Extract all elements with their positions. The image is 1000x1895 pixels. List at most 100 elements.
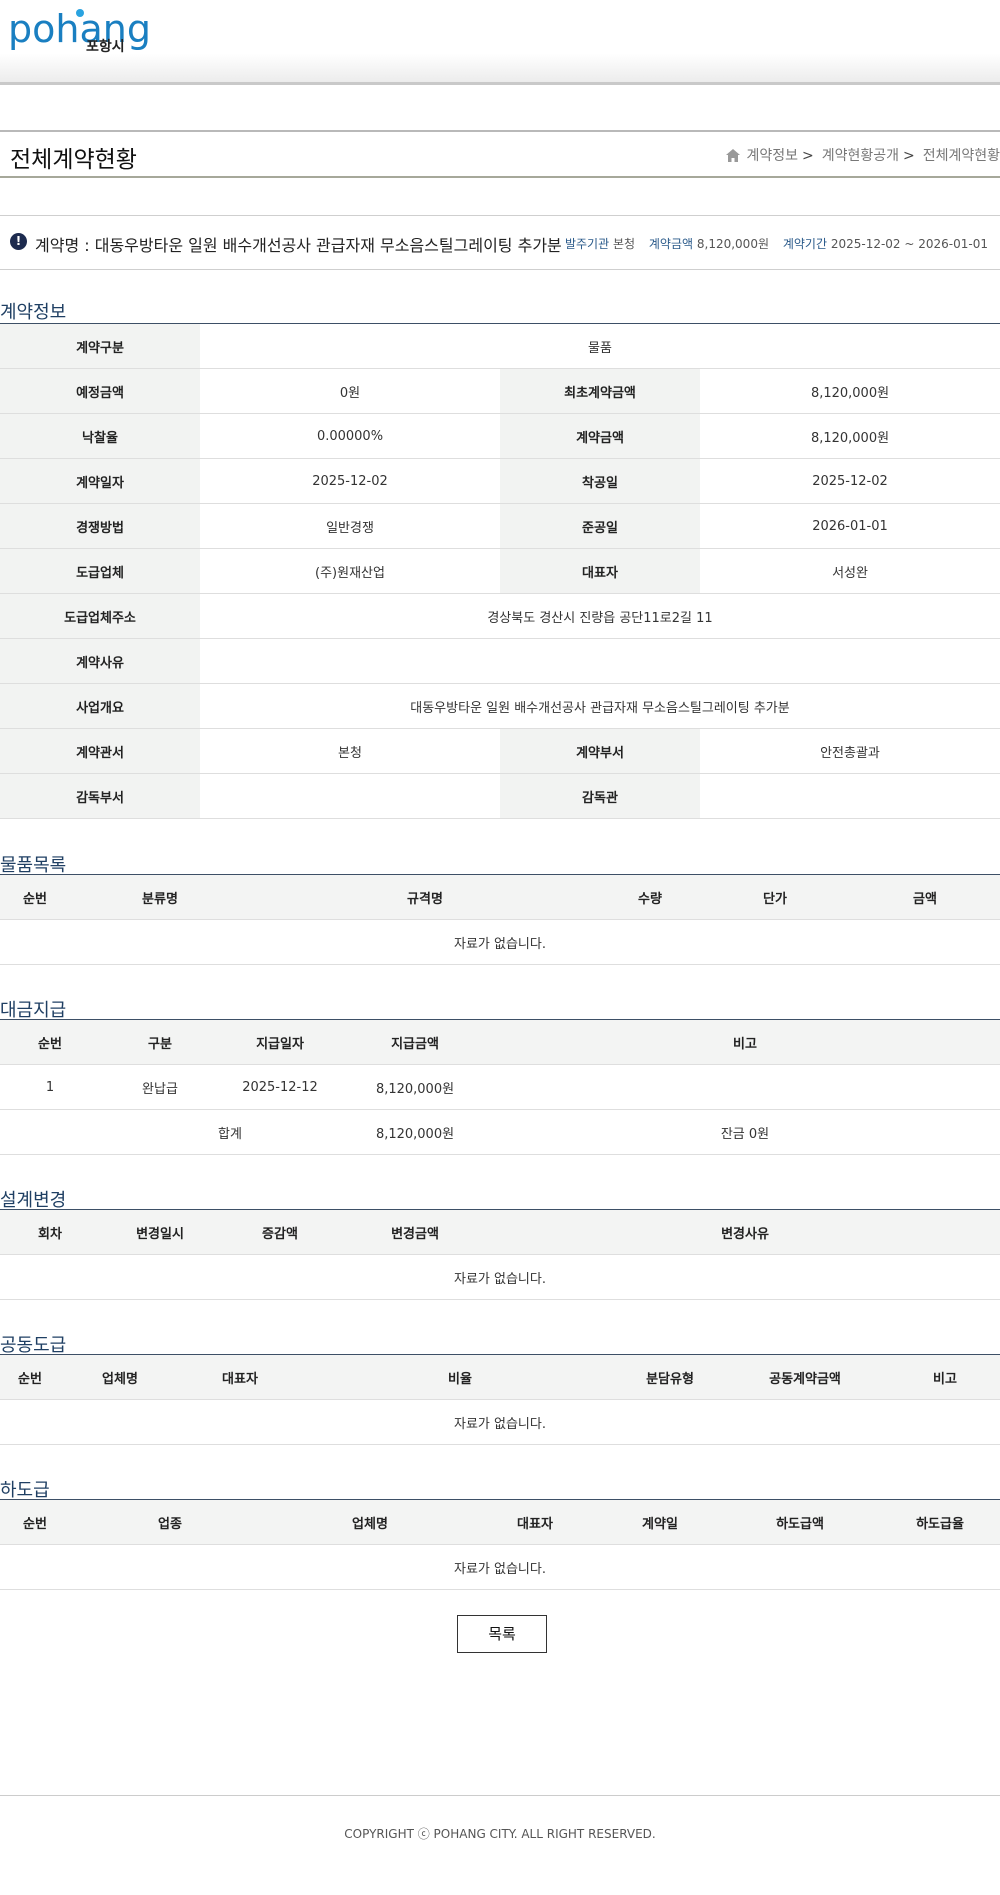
empty-message: 자료가 없습니다. bbox=[0, 1544, 1000, 1590]
start-value: 2025-12-02 bbox=[700, 458, 1000, 504]
column-header: 공동계약금액 bbox=[720, 1355, 890, 1400]
office-label: 계약관서 bbox=[0, 728, 200, 774]
column-header: 하도급율 bbox=[880, 1500, 1000, 1545]
end-value: 2026-01-01 bbox=[700, 503, 1000, 549]
empty-message: 자료가 없습니다. bbox=[0, 919, 1000, 965]
column-header: 단가 bbox=[700, 875, 850, 920]
breadcrumb-item-all-contracts[interactable]: 전체계약현황 bbox=[923, 148, 1000, 164]
payment-date: 2025-12-12 bbox=[220, 1064, 340, 1110]
column-header: 변경금액 bbox=[340, 1210, 490, 1255]
amount-value: 8,120,000원 bbox=[696, 237, 769, 251]
column-header: 계약일 bbox=[600, 1500, 720, 1545]
rate-label: 낙찰율 bbox=[0, 413, 200, 459]
total-amount: 8,120,000원 bbox=[340, 1109, 490, 1155]
column-header: 업체명 bbox=[60, 1355, 180, 1400]
table-row: 도급업체 (주)원재산업 대표자 서성완 bbox=[0, 548, 1000, 594]
copyright: COPYRIGHT ⓒ POHANG CITY. ALL RIGHT RESER… bbox=[344, 1827, 656, 1841]
home-icon[interactable] bbox=[726, 149, 741, 166]
payment-no: 1 bbox=[0, 1064, 100, 1110]
column-header: 대표자 bbox=[470, 1500, 600, 1545]
table-row: 도급업체주소 경상북도 경산시 진량읍 공단11로2길 11 bbox=[0, 593, 1000, 639]
pohang-logo[interactable]: pohang 포항시 bbox=[8, 8, 158, 58]
date-label: 계약일자 bbox=[0, 458, 200, 504]
contract-name: 계약명 : 대동우방타운 일원 배수개선공사 관급자재 무소음스틸그레이팅 추가… bbox=[35, 236, 562, 255]
column-header: 분류명 bbox=[70, 875, 250, 920]
balance: 잔금 0원 bbox=[490, 1109, 1000, 1155]
type-label: 계약구분 bbox=[0, 324, 200, 369]
type-value: 물품 bbox=[200, 324, 1000, 369]
est-label: 예정금액 bbox=[0, 368, 200, 414]
method-value: 일반경쟁 bbox=[200, 503, 500, 549]
table-row: 감독부서 감독관 bbox=[0, 773, 1000, 819]
column-header: 비율 bbox=[300, 1355, 620, 1400]
empty-message: 자료가 없습니다. bbox=[0, 1399, 1000, 1445]
payment-table: 순번 구분 지급일자 지급금액 비고 1 완납급 2025-12-12 8,12… bbox=[0, 1020, 1000, 1155]
logo-graphic: pohang bbox=[8, 8, 151, 51]
vendor-label: 도급업체 bbox=[0, 548, 200, 594]
amount-label: 계약금액 bbox=[648, 237, 694, 251]
init-label: 최초계약금액 bbox=[500, 368, 700, 414]
table-row: 낙찰율 0.00000% 계약금액 8,120,000원 bbox=[0, 413, 1000, 459]
supervisor-value bbox=[700, 773, 1000, 819]
sup-dept-label: 감독부서 bbox=[0, 773, 200, 819]
rep-value: 서성완 bbox=[700, 548, 1000, 594]
breadcrumb-item-contract-info[interactable]: 계약정보 bbox=[746, 148, 798, 164]
column-header: 회차 bbox=[0, 1210, 100, 1255]
sup-dept-value bbox=[200, 773, 500, 819]
table-header-row: 회차 변경일시 증감액 변경금액 변경사유 bbox=[0, 1210, 1000, 1255]
breadcrumb-item-contract-disclosure[interactable]: 계약현황공개 bbox=[822, 148, 899, 164]
goods-table: 순번 분류명 규격명 수량 단가 금액 자료가 없습니다. bbox=[0, 875, 1000, 965]
rate-value: 0.00000% bbox=[200, 413, 500, 459]
supervisor-label: 감독관 bbox=[500, 773, 700, 819]
column-header: 지급일자 bbox=[220, 1020, 340, 1065]
period-value: 2025-12-02 ~ 2026-01-01 bbox=[830, 237, 988, 251]
site-header: pohang 포항시 bbox=[0, 0, 1000, 85]
table-header-row: 순번 구분 지급일자 지급금액 비고 bbox=[0, 1020, 1000, 1065]
payment-type: 완납급 bbox=[100, 1064, 220, 1110]
total-label: 합계 bbox=[100, 1109, 340, 1155]
table-row: 계약구분 물품 bbox=[0, 324, 1000, 369]
agency-label: 발주기관 bbox=[564, 237, 610, 251]
reason-label: 계약사유 bbox=[0, 638, 200, 684]
end-label: 준공일 bbox=[500, 503, 700, 549]
period-label: 계약기간 bbox=[782, 237, 827, 251]
payment-note bbox=[490, 1064, 1000, 1110]
column-header: 금액 bbox=[850, 875, 1000, 920]
date-value: 2025-12-02 bbox=[200, 458, 500, 504]
column-header: 규격명 bbox=[250, 875, 600, 920]
design-change-table: 회차 변경일시 증감액 변경금액 변경사유 자료가 없습니다. bbox=[0, 1210, 1000, 1300]
page-title: 전체계약현황 bbox=[10, 147, 137, 173]
column-header: 분담유형 bbox=[620, 1355, 720, 1400]
office-value: 본청 bbox=[200, 728, 500, 774]
table-row: 계약사유 bbox=[0, 638, 1000, 684]
dept-value: 안전총괄과 bbox=[700, 728, 1000, 774]
table-row: 자료가 없습니다. bbox=[0, 919, 1000, 965]
table-header-row: 순번 업체명 대표자 비율 분담유형 공동계약금액 비고 bbox=[0, 1355, 1000, 1400]
list-button[interactable]: 목록 bbox=[457, 1615, 547, 1653]
amt-value: 8,120,000원 bbox=[700, 413, 1000, 459]
column-header: 구분 bbox=[100, 1020, 220, 1065]
column-header: 하도급액 bbox=[720, 1500, 880, 1545]
page-title-bar: 전체계약현황 계약정보 > 계약현황공개 > 전체계약현황 bbox=[0, 130, 1000, 178]
dept-label: 계약부서 bbox=[500, 728, 700, 774]
table-row: 1 완납급 2025-12-12 8,120,000원 bbox=[0, 1064, 1000, 1110]
column-header: 변경사유 bbox=[490, 1210, 1000, 1255]
column-header: 수량 bbox=[600, 875, 700, 920]
method-label: 경쟁방법 bbox=[0, 503, 200, 549]
init-value: 8,120,000원 bbox=[700, 368, 1000, 414]
exclamation-icon: ! bbox=[10, 233, 27, 250]
contract-summary: ! 계약명 : 대동우방타운 일원 배수개선공사 관급자재 무소음스틸그레이팅 … bbox=[0, 215, 1000, 270]
amt-label: 계약금액 bbox=[500, 413, 700, 459]
column-header: 지급금액 bbox=[340, 1020, 490, 1065]
start-label: 착공일 bbox=[500, 458, 700, 504]
reason-value bbox=[200, 638, 1000, 684]
addr-value: 경상북도 경산시 진량읍 공단11로2길 11 bbox=[200, 593, 1000, 639]
table-row: 자료가 없습니다. bbox=[0, 1399, 1000, 1445]
table-row: 자료가 없습니다. bbox=[0, 1254, 1000, 1300]
empty-message: 자료가 없습니다. bbox=[0, 1254, 1000, 1300]
column-header: 변경일시 bbox=[100, 1210, 220, 1255]
section-title-contract-info: 계약정보 bbox=[0, 302, 67, 323]
column-header: 비고 bbox=[490, 1020, 1000, 1065]
table-row: 계약일자 2025-12-02 착공일 2025-12-02 bbox=[0, 458, 1000, 504]
column-header: 순번 bbox=[0, 1020, 100, 1065]
